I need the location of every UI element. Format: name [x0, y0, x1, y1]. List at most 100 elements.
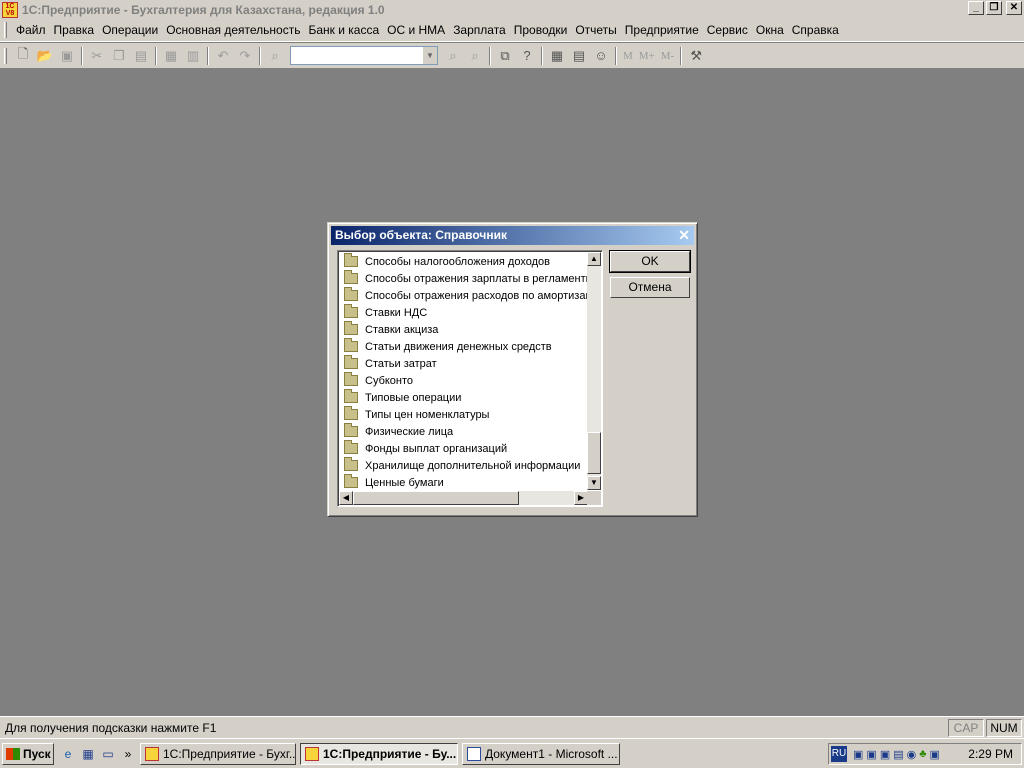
windows-icon[interactable]: ⧉ — [494, 45, 516, 67]
redo-icon[interactable]: ↷ — [234, 45, 256, 67]
scroll-right-icon[interactable]: ▶ — [574, 491, 588, 505]
user-icon[interactable]: ☺ — [590, 45, 612, 67]
folder-icon — [344, 440, 358, 454]
list-item[interactable]: Способы отражения зарплаты в регламенти — [340, 270, 589, 287]
menu-file[interactable]: Файл — [12, 23, 50, 37]
horizontal-scrollbar[interactable]: ◀ ▶ — [339, 491, 588, 505]
language-indicator[interactable]: RU — [831, 746, 847, 762]
menu-windows[interactable]: Окна — [752, 23, 788, 37]
list-item-label: Субконто — [365, 374, 414, 387]
list-item[interactable]: Типы цен номенклатуры — [340, 406, 589, 423]
list-item-label: Физические лица — [365, 425, 454, 438]
list-item[interactable]: Статьи движения денежных средств — [340, 338, 589, 355]
task-label: 1С:Предприятие - Бухг... — [163, 746, 296, 761]
network-icon[interactable]: ▣ — [880, 748, 890, 761]
catalog-list[interactable]: Способы налогообложения доходов Способы … — [337, 250, 603, 507]
find-next-icon[interactable]: ⌕ — [442, 45, 464, 67]
list-item[interactable]: Способы отражения расходов по амортизац — [340, 287, 589, 304]
menu-bank[interactable]: Банк и касса — [304, 23, 383, 37]
toolbar-separator — [489, 46, 491, 65]
scroll-left-icon[interactable]: ◀ — [339, 491, 353, 505]
close-icon[interactable]: ✕ — [678, 226, 690, 245]
menu-operations[interactable]: Операции — [98, 23, 162, 37]
menu-enterprise[interactable]: Предприятие — [621, 23, 703, 37]
folder-icon — [344, 423, 358, 437]
menu-main-activity[interactable]: Основная деятельность — [162, 23, 304, 37]
memory-button[interactable]: M — [620, 50, 636, 62]
menu-help[interactable]: Справка — [788, 23, 843, 37]
menu-salary[interactable]: Зарплата — [449, 23, 510, 37]
network-icon[interactable]: ▣ — [929, 748, 939, 761]
window-title: 1С:Предприятие - Бухгалтерия для Казахст… — [22, 2, 385, 17]
find-prev-icon[interactable]: ⌕ — [464, 45, 486, 67]
help-icon[interactable]: ? — [516, 45, 538, 67]
open-icon[interactable]: 📂 — [34, 45, 56, 67]
task-button-word[interactable]: Документ1 - Microsoft ... — [462, 742, 620, 765]
list-item[interactable]: Ставки НДС — [340, 304, 589, 321]
list-item[interactable]: Способы налогообложения доходов — [340, 253, 589, 270]
list-item-label: Способы отражения зарплаты в регламенти — [365, 272, 589, 285]
title-bar: 1C V8 1С:Предприятие - Бухгалтерия для Ка… — [0, 0, 1024, 19]
list-item[interactable]: Ценные бумаги — [340, 474, 589, 491]
safely-remove-icon[interactable]: ♣ — [919, 748, 926, 761]
menu-entries[interactable]: Проводки — [510, 23, 572, 37]
memory-minus-button[interactable]: M- — [658, 50, 677, 62]
list-item[interactable]: Субконто — [340, 372, 589, 389]
horizontal-scroll-thumb[interactable] — [353, 491, 519, 505]
memory-plus-button[interactable]: M+ — [636, 50, 658, 62]
menu-service[interactable]: Сервис — [703, 23, 752, 37]
menu-edit[interactable]: Правка — [50, 23, 99, 37]
calculator-icon[interactable]: ▦ — [546, 45, 568, 67]
new-document-icon[interactable]: 🗋 — [12, 45, 34, 67]
vertical-scroll-thumb[interactable] — [587, 432, 601, 474]
list-item[interactable]: Хранилище дополнительной информации — [340, 457, 589, 474]
menu-reports[interactable]: Отчеты — [571, 23, 620, 37]
list-item[interactable]: Физические лица — [340, 423, 589, 440]
list-item-label: Статьи затрат — [365, 357, 437, 370]
disc-icon[interactable]: ◉ — [907, 748, 917, 761]
list-item[interactable]: Типовые операции — [340, 389, 589, 406]
calendar-icon[interactable]: ▤ — [568, 45, 590, 67]
print-preview-icon[interactable]: ▥ — [182, 45, 204, 67]
show-desktop-icon[interactable]: ▭ — [100, 746, 116, 762]
close-button[interactable]: ✕ — [1006, 1, 1022, 15]
scroll-down-icon[interactable]: ▼ — [587, 476, 601, 490]
list-item[interactable]: Фонды выплат организаций — [340, 440, 589, 457]
network-icon[interactable]: ▣ — [853, 748, 863, 761]
browser-icon[interactable]: e — [60, 746, 76, 762]
minimize-button[interactable]: _ — [968, 1, 984, 15]
task-button-1c-2[interactable]: 1С:Предприятие - Бу... — [300, 742, 458, 765]
window-controls: _ ❐ ✕ — [968, 1, 1022, 15]
find-icon[interactable]: ⌕ — [264, 45, 286, 67]
undo-icon[interactable]: ↶ — [212, 45, 234, 67]
list-item-label: Ценные бумаги — [365, 476, 444, 489]
search-combo[interactable]: ▼ — [290, 46, 438, 65]
print-icon[interactable]: ▦ — [160, 45, 182, 67]
vertical-scrollbar[interactable]: ▲ ▼ — [587, 252, 601, 490]
ok-button[interactable]: OK — [609, 250, 691, 273]
chevron-down-icon[interactable]: ▼ — [423, 47, 437, 64]
folder-icon — [344, 406, 358, 420]
save-icon[interactable]: ▣ — [56, 45, 78, 67]
task-button-1c-1[interactable]: 1С:Предприятие - Бухг... — [140, 742, 296, 765]
cancel-button[interactable]: Отмена — [610, 277, 690, 298]
list-item[interactable]: Статьи затрат — [340, 355, 589, 372]
explorer-icon[interactable]: ▦ — [80, 746, 96, 762]
cut-icon[interactable]: ✂ — [86, 45, 108, 67]
scroll-up-icon[interactable]: ▲ — [587, 252, 601, 266]
menu-grip — [4, 22, 7, 38]
chevron-right-icon[interactable]: » — [120, 746, 136, 762]
paste-icon[interactable]: ▤ — [130, 45, 152, 67]
tools-icon[interactable]: ⚒ — [685, 45, 707, 67]
toolbar-separator — [541, 46, 543, 65]
network-icon[interactable]: ▣ — [866, 748, 876, 761]
status-bar: Для получения подсказки нажмите F1 CAP N… — [0, 716, 1024, 738]
restore-button[interactable]: ❐ — [986, 1, 1002, 15]
menu-fixed-assets[interactable]: ОС и НМА — [383, 23, 449, 37]
start-button[interactable]: Пуск — [2, 742, 54, 765]
toolbar-separator — [259, 46, 261, 65]
monitor-icon[interactable]: ▤ — [893, 748, 903, 761]
windows-logo-icon — [6, 747, 20, 760]
copy-icon[interactable]: ❐ — [108, 45, 130, 67]
list-item[interactable]: Ставки акциза — [340, 321, 589, 338]
